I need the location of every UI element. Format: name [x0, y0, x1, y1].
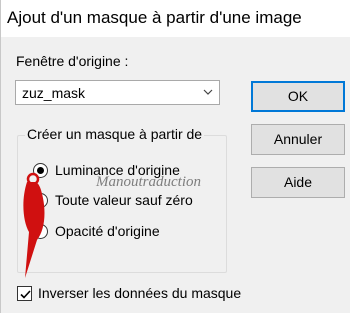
radio-any-non-zero[interactable]: Toute valeur sauf zéro — [33, 190, 193, 210]
chevron-down-icon — [203, 89, 213, 95]
red-pointer-arrow-icon — [23, 172, 45, 278]
mask-source-group-label: Créer un masque à partir de — [25, 126, 205, 142]
dialog: Ajout d'un masque à partir d'une image F… — [0, 0, 350, 313]
title-bar: Ajout d'un masque à partir d'une image — [1, 0, 350, 37]
source-window-dropdown[interactable]: zuz_mask — [15, 80, 220, 105]
watermark-text: Manoutraduction — [96, 174, 201, 190]
cancel-button[interactable]: Annuler — [251, 124, 345, 155]
radio-label: Opacité d'origine — [55, 223, 160, 239]
source-window-label: Fenêtre d'origine : — [16, 53, 129, 69]
source-window-value: zuz_mask — [22, 85, 86, 101]
window-title: Ajout d'un masque à partir d'une image — [7, 8, 302, 27]
help-button[interactable]: Aide — [251, 167, 345, 198]
checkmark-icon — [20, 289, 31, 299]
ok-button[interactable]: OK — [251, 81, 345, 112]
invert-mask-label: Inverser les données du masque — [38, 285, 242, 301]
radio-label: Toute valeur sauf zéro — [55, 192, 193, 208]
invert-mask-option[interactable]: Inverser les données du masque — [17, 283, 241, 303]
invert-mask-checkbox[interactable] — [17, 285, 32, 301]
